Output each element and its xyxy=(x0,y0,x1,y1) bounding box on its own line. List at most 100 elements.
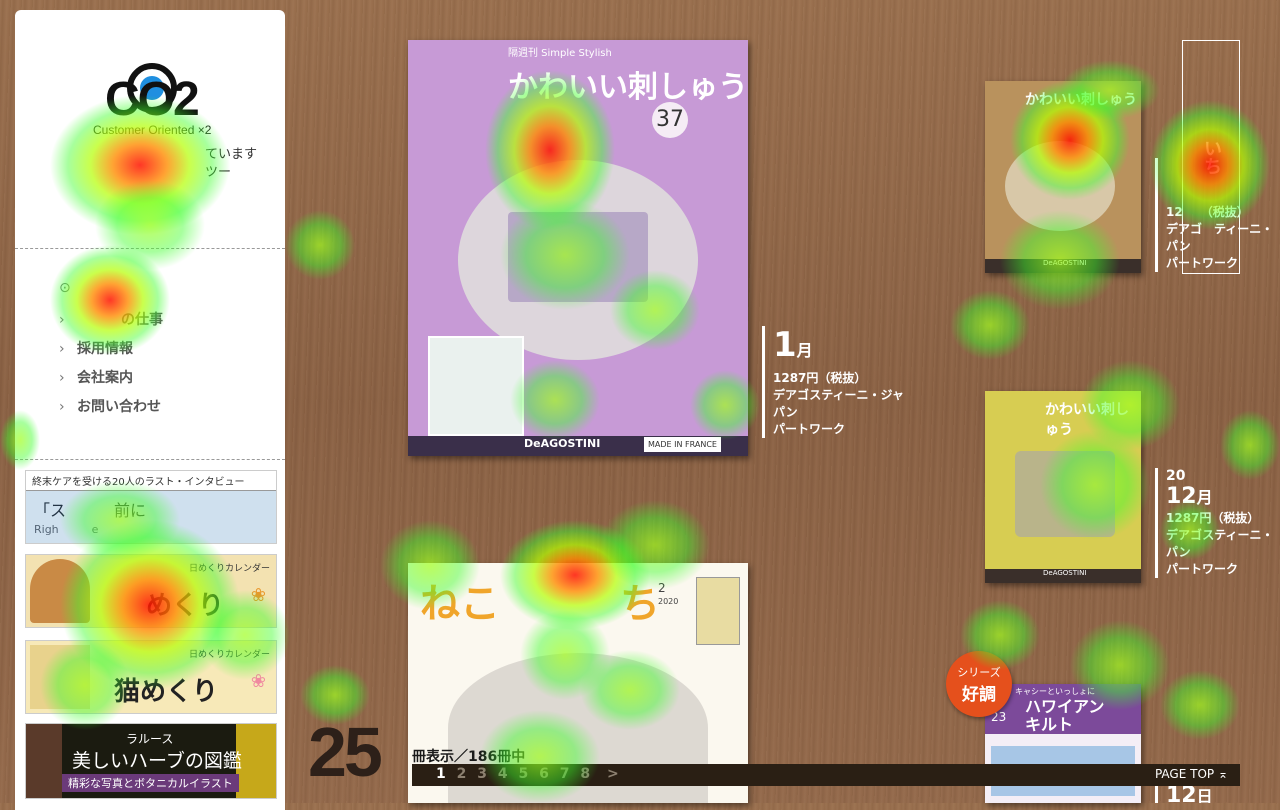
cover-title: かわいい刺しゅう xyxy=(1025,92,1137,108)
pagination: 1 2 3 4 5 6 7 8 > xyxy=(436,766,625,782)
book-info-3: 20 12月 1287円（税抜） デアゴスティーニ・パン パートワーク xyxy=(1155,468,1280,578)
tagline: ています ツー xyxy=(205,147,258,180)
book-cover-kawaii-shishu-37[interactable]: 隔週刊 Simple Stylish かわいい刺しゅう 37 DeAGOSTIN… xyxy=(408,40,748,456)
category: パートワーク xyxy=(773,422,846,436)
banner-title: めくり xyxy=(146,591,225,621)
page-link[interactable]: 2 xyxy=(457,766,467,782)
book-info-1: 1月 1287円（税抜） デアゴスティーニ・ジャパン パートワーク xyxy=(762,326,913,438)
chevron-right-icon: › xyxy=(59,370,65,386)
banner-subtitle: 精彩な写真とボタニカルイラスト xyxy=(62,774,239,792)
dmc-mark: MADE IN FRANCE xyxy=(644,437,721,452)
banner-herb-book[interactable]: ラルース 美しいハーブの図鑑 精彩な写真とボタニカルイラスト xyxy=(25,723,277,799)
publisher: デアゴスティーニ・ジャパン xyxy=(773,388,904,419)
pagination-bar: 1 2 3 4 5 6 7 8 > PAGE TOP ⌅ xyxy=(412,764,1240,786)
cover-small-text: 隔週刊 Simple Stylish xyxy=(508,48,612,59)
page-link[interactable]: 7 xyxy=(560,766,570,782)
next-page-icon[interactable]: > xyxy=(607,766,619,782)
chevron-right-icon: › xyxy=(59,341,65,357)
cover-title: ねこ ち xyxy=(420,581,660,627)
divider xyxy=(15,248,285,249)
divider xyxy=(15,459,285,460)
chevron-right-icon: › xyxy=(59,312,65,328)
publisher-mark: DeAGOSTINI xyxy=(985,569,1141,583)
badge-line1: シリーズ xyxy=(957,666,1001,679)
nav-item-work[interactable]: › の仕事 xyxy=(59,309,163,329)
month-unit: 月 xyxy=(796,341,813,360)
cover-embroidery-image xyxy=(508,212,648,302)
banner-subtitle: Righ e xyxy=(34,523,99,536)
cat-image xyxy=(30,645,90,709)
banner-caption: 日めくりカレンダー xyxy=(188,650,270,660)
chevron-right-icon: › xyxy=(59,399,65,415)
issue-number: 2 xyxy=(658,581,666,595)
banner-title: 「ス 前に xyxy=(34,501,147,520)
issue-number: 37 xyxy=(652,102,688,138)
page-link[interactable]: 6 xyxy=(539,766,549,782)
release-month: 12月 xyxy=(1166,485,1280,510)
herb-image xyxy=(26,724,62,798)
nav-label: 採用情報 xyxy=(77,341,133,357)
release-month: 1月 xyxy=(773,326,913,370)
series-badge: シリーズ 好調 xyxy=(946,651,1012,717)
logo-subtitle: Customer Oriented ×2 xyxy=(93,123,212,137)
release-year: 20 xyxy=(1166,468,1186,484)
flower-image xyxy=(236,724,276,798)
month-number: 1 xyxy=(773,325,797,365)
page-top-button[interactable]: PAGE TOP ⌅ xyxy=(1155,767,1228,781)
publisher-mark: DeAGOSTINI xyxy=(524,437,601,450)
heat-spot xyxy=(1160,670,1240,740)
price: 1287円（税抜） xyxy=(1166,511,1260,525)
release-month: 12日 xyxy=(1166,783,1280,804)
heat-spot xyxy=(950,290,1030,360)
page-link[interactable]: 5 xyxy=(519,766,529,782)
heat-spot xyxy=(285,210,355,280)
page-link-current[interactable]: 1 xyxy=(436,766,446,782)
badge-line2: 好調 xyxy=(962,685,996,705)
banner-caption: ラルース xyxy=(126,732,174,746)
banner-caption: 日めくりカレンダー xyxy=(188,564,270,574)
cover-title: かわいい刺しゅう xyxy=(508,70,748,105)
banner-title: 猫めくり xyxy=(114,677,219,707)
month-unit: 日 xyxy=(1196,787,1213,803)
sidebar: CO2 Customer Oriented ×2 ています ツー ⊙ › の仕事 … xyxy=(15,10,285,810)
month-number: 12 xyxy=(1166,484,1197,509)
cover-title: かわいい刺しゅう xyxy=(1045,402,1129,438)
nav-label: お問い合わせ xyxy=(77,399,161,415)
nav-item-home[interactable]: ⊙ xyxy=(59,280,77,296)
book-cover-kawaii-shishu-small[interactable]: かわいい刺しゅう DeAGOSTINI xyxy=(985,81,1141,273)
month-unit: 月 xyxy=(1196,488,1213,507)
banner-caption: 終末ケアを受ける20人のラスト・インタビュー xyxy=(26,471,276,491)
category: パートワーク xyxy=(1166,562,1239,576)
publisher-mark: DeAGOSTINI xyxy=(985,259,1141,273)
result-count-label: 冊表示／186冊中 xyxy=(412,749,526,765)
cover-image xyxy=(1015,451,1115,537)
banner-cat-calendar[interactable]: 日めくりカレンダー 猫めくり ❀ xyxy=(25,640,277,714)
cover-inset-book xyxy=(696,577,740,645)
vertical-label-box[interactable]: いち xyxy=(1182,40,1240,274)
nav-label: 会社案内 xyxy=(77,370,133,386)
price: 1287円（税抜） xyxy=(773,371,867,385)
page-link[interactable]: 8 xyxy=(580,766,590,782)
result-count: 25 xyxy=(308,713,383,791)
cover-year: 2020 xyxy=(658,597,679,606)
nav-label: の仕事 xyxy=(121,312,163,328)
logo-text[interactable]: CO2 xyxy=(105,72,200,127)
nav-item-recruit[interactable]: › 採用情報 xyxy=(59,338,133,358)
page-link[interactable]: 3 xyxy=(477,766,487,782)
nav-item-contact[interactable]: › お問い合わせ xyxy=(59,396,161,416)
month-number: 12 xyxy=(1166,783,1197,804)
banner-interview[interactable]: 終末ケアを受ける20人のラスト・インタビュー 「ス 前に Righ e xyxy=(25,470,277,544)
nav-item-company[interactable]: › 会社案内 xyxy=(59,367,133,387)
banner-dog-calendar[interactable]: 日めくりカレンダー めくり ❀ xyxy=(25,554,277,628)
book-cover-kawaii-shishu-yellow[interactable]: かわいい刺しゅう DeAGOSTINI xyxy=(985,391,1141,583)
cover-small-text: キャシーといっしょに xyxy=(1015,687,1095,696)
paw-icon: ❀ xyxy=(250,585,266,606)
dog-image xyxy=(30,559,90,623)
circle-chevron-icon: ⊙ xyxy=(59,280,71,296)
page-link[interactable]: 4 xyxy=(498,766,508,782)
cover-pattern-image xyxy=(428,336,524,436)
banner-title: 美しいハーブの図鑑 xyxy=(72,750,242,772)
cover-title: ハワイアンキルト xyxy=(1025,697,1105,734)
publisher: デアゴスティーニ・パン xyxy=(1166,528,1274,559)
paw-icon: ❀ xyxy=(250,671,266,692)
